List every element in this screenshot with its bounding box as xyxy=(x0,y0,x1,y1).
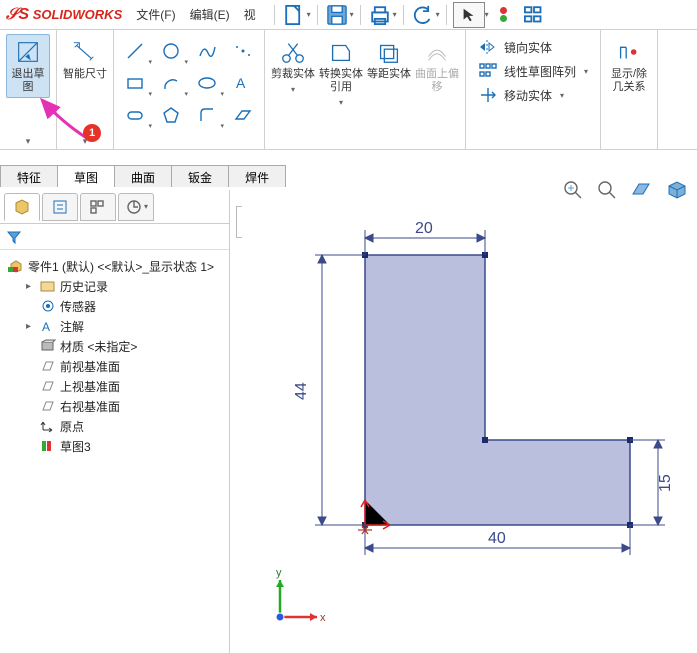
display-label: 显示/除几关系 xyxy=(607,68,651,94)
select-tool[interactable] xyxy=(453,2,485,28)
feature-tree-tab[interactable] xyxy=(4,193,40,221)
mirror-button[interactable]: 镜向实体 xyxy=(478,38,588,56)
tree-history[interactable]: ▸历史记录 xyxy=(4,276,225,296)
exit-sketch-button[interactable]: 退出草图 xyxy=(6,34,50,98)
move-entities-button[interactable]: 移动实体▾ xyxy=(478,86,588,104)
tree-right-plane[interactable]: 右视基准面 xyxy=(4,396,225,416)
ribbon-group-display: 显示/除几关系 xyxy=(601,30,658,149)
tree-top-plane[interactable]: 上视基准面 xyxy=(4,376,225,396)
dim-right: 15 xyxy=(657,474,674,492)
tree-front-plane[interactable]: 前视基准面 xyxy=(4,356,225,376)
undo-button[interactable] xyxy=(410,3,436,27)
tab-sketch[interactable]: 草图 xyxy=(57,165,115,187)
text-tool[interactable]: A xyxy=(228,70,258,96)
dropdown-icon[interactable]: ▾ xyxy=(26,136,31,147)
tab-feature[interactable]: 特征 xyxy=(0,165,58,187)
svg-text:A: A xyxy=(42,320,50,333)
exit-sketch-label: 退出草图 xyxy=(9,68,47,94)
feature-manager-panel: ▾ 零件1 (默认) <<默认>_显示状态 1> ▸历史记录 传感器 ▸A注解 … xyxy=(0,190,230,653)
filter-icon[interactable] xyxy=(6,229,22,245)
app-logo: 𝒮S SOLIDWORKS xyxy=(6,6,122,24)
ribbon-group-exit: 退出草图 ▾ xyxy=(0,30,57,149)
tree-root[interactable]: 零件1 (默认) <<默认>_显示状态 1> xyxy=(4,256,225,276)
tab-surface[interactable]: 曲面 xyxy=(114,165,172,187)
dim-bottom: 40 xyxy=(488,530,506,547)
ribbon-group-dimension: 智能尺寸 ▾ xyxy=(57,30,114,149)
svg-text:y: y xyxy=(276,567,282,579)
feature-tree: 零件1 (默认) <<默认>_显示状态 1> ▸历史记录 传感器 ▸A注解 材质… xyxy=(0,250,229,462)
ribbon: 退出草图 ▾ 智能尺寸 ▾ ▾ ▾ ▾ ▾ ▾ ▾ ▾ xyxy=(0,30,697,150)
tree-annotations[interactable]: ▸A注解 xyxy=(4,316,225,336)
spline-tool[interactable] xyxy=(192,38,222,64)
rebuild-status-icon xyxy=(497,2,511,28)
tree-sketch3[interactable]: 草图3 xyxy=(4,436,225,456)
trim-button[interactable]: 剪裁实体 ▾ xyxy=(271,34,315,96)
line-tool[interactable]: ▾ xyxy=(120,38,150,64)
tree-material[interactable]: 材质 <未指定> xyxy=(4,336,225,356)
title-bar: 𝒮S SOLIDWORKS 文件(F) 编辑(E) 视 ▾ ▾ ▾ ▾ ▾ xyxy=(0,0,697,30)
property-tab[interactable] xyxy=(42,193,78,221)
svg-text:A: A xyxy=(236,75,246,91)
panel-tabs: ▾ xyxy=(0,190,229,224)
menu-edit[interactable]: 编辑(E) xyxy=(190,6,230,23)
slot-tool[interactable]: ▾ xyxy=(120,102,150,128)
tree-sensors[interactable]: 传感器 xyxy=(4,296,225,316)
dropdown-icon[interactable]: ▾ xyxy=(436,10,440,19)
tree-origin[interactable]: 原点 xyxy=(4,416,225,436)
dropdown-icon[interactable]: ▾ xyxy=(307,10,311,19)
dim-top: 20 xyxy=(415,220,433,237)
graphics-viewport[interactable]: 20 44 40 15 xyxy=(230,200,697,653)
offset-label: 等距实体 xyxy=(367,68,411,81)
dropdown-icon[interactable]: ▾ xyxy=(393,10,397,19)
display-relations-button[interactable]: 显示/除几关系 xyxy=(607,34,651,94)
quick-access-toolbar: ▾ ▾ ▾ ▾ ▾ xyxy=(270,2,547,28)
ribbon-group-modify: 剪裁实体 ▾ 转换实体引用 ▾ 等距实体 曲面上偏移 xyxy=(265,30,466,149)
svg-text:x: x xyxy=(320,612,326,624)
convert-label: 转换实体引用 xyxy=(319,68,363,94)
dropdown-icon[interactable]: ▾ xyxy=(485,10,489,19)
menu-file[interactable]: 文件(F) xyxy=(136,6,175,23)
linear-pattern-button[interactable]: 线性草图阵列▾ xyxy=(478,62,588,80)
arc-tool[interactable]: ▾ xyxy=(156,70,186,96)
rectangle-tool[interactable]: ▾ xyxy=(120,70,150,96)
point-tool[interactable] xyxy=(228,38,258,64)
smart-dimension-button[interactable]: 智能尺寸 xyxy=(63,34,107,81)
new-button[interactable] xyxy=(281,3,307,27)
surface-offset-label: 曲面上偏移 xyxy=(415,68,459,94)
offset-entities-button[interactable]: 等距实体 xyxy=(367,34,411,81)
filter-row xyxy=(0,224,229,250)
surface-offset-button[interactable]: 曲面上偏移 xyxy=(415,34,459,94)
fillet-tool[interactable]: ▾ xyxy=(192,102,222,128)
ribbon-group-transform: 镜向实体 线性草图阵列▾ 移动实体▾ xyxy=(466,30,601,149)
menu-view[interactable]: 视 xyxy=(244,6,256,23)
trim-label: 剪裁实体 xyxy=(271,68,315,81)
smart-dimension-label: 智能尺寸 xyxy=(63,68,107,81)
dimxpert-tab[interactable]: ▾ xyxy=(118,193,154,221)
command-tabs: 特征 草图 曲面 钣金 焊件 xyxy=(0,165,285,187)
polygon-tool[interactable] xyxy=(156,102,186,128)
config-tab[interactable] xyxy=(80,193,116,221)
tab-sheetmetal[interactable]: 钣金 xyxy=(171,165,229,187)
dim-left: 44 xyxy=(293,382,310,400)
ribbon-group-sketch-tools: ▾ ▾ ▾ ▾ ▾ ▾ ▾ A xyxy=(114,30,265,149)
print-button[interactable] xyxy=(367,3,393,27)
view-triad: x y xyxy=(262,565,332,635)
dropdown-icon[interactable]: ▾ xyxy=(83,136,88,147)
plane-tool[interactable] xyxy=(228,102,258,128)
convert-entities-button[interactable]: 转换实体引用 ▾ xyxy=(319,34,363,109)
tab-weldment[interactable]: 焊件 xyxy=(228,165,286,187)
options-button[interactable] xyxy=(521,3,547,27)
save-button[interactable] xyxy=(324,3,350,27)
dropdown-icon[interactable]: ▾ xyxy=(350,10,354,19)
circle-tool[interactable]: ▾ xyxy=(156,38,186,64)
menu-bar: 文件(F) 编辑(E) 视 xyxy=(136,6,255,23)
ellipse-tool[interactable]: ▾ xyxy=(192,70,222,96)
